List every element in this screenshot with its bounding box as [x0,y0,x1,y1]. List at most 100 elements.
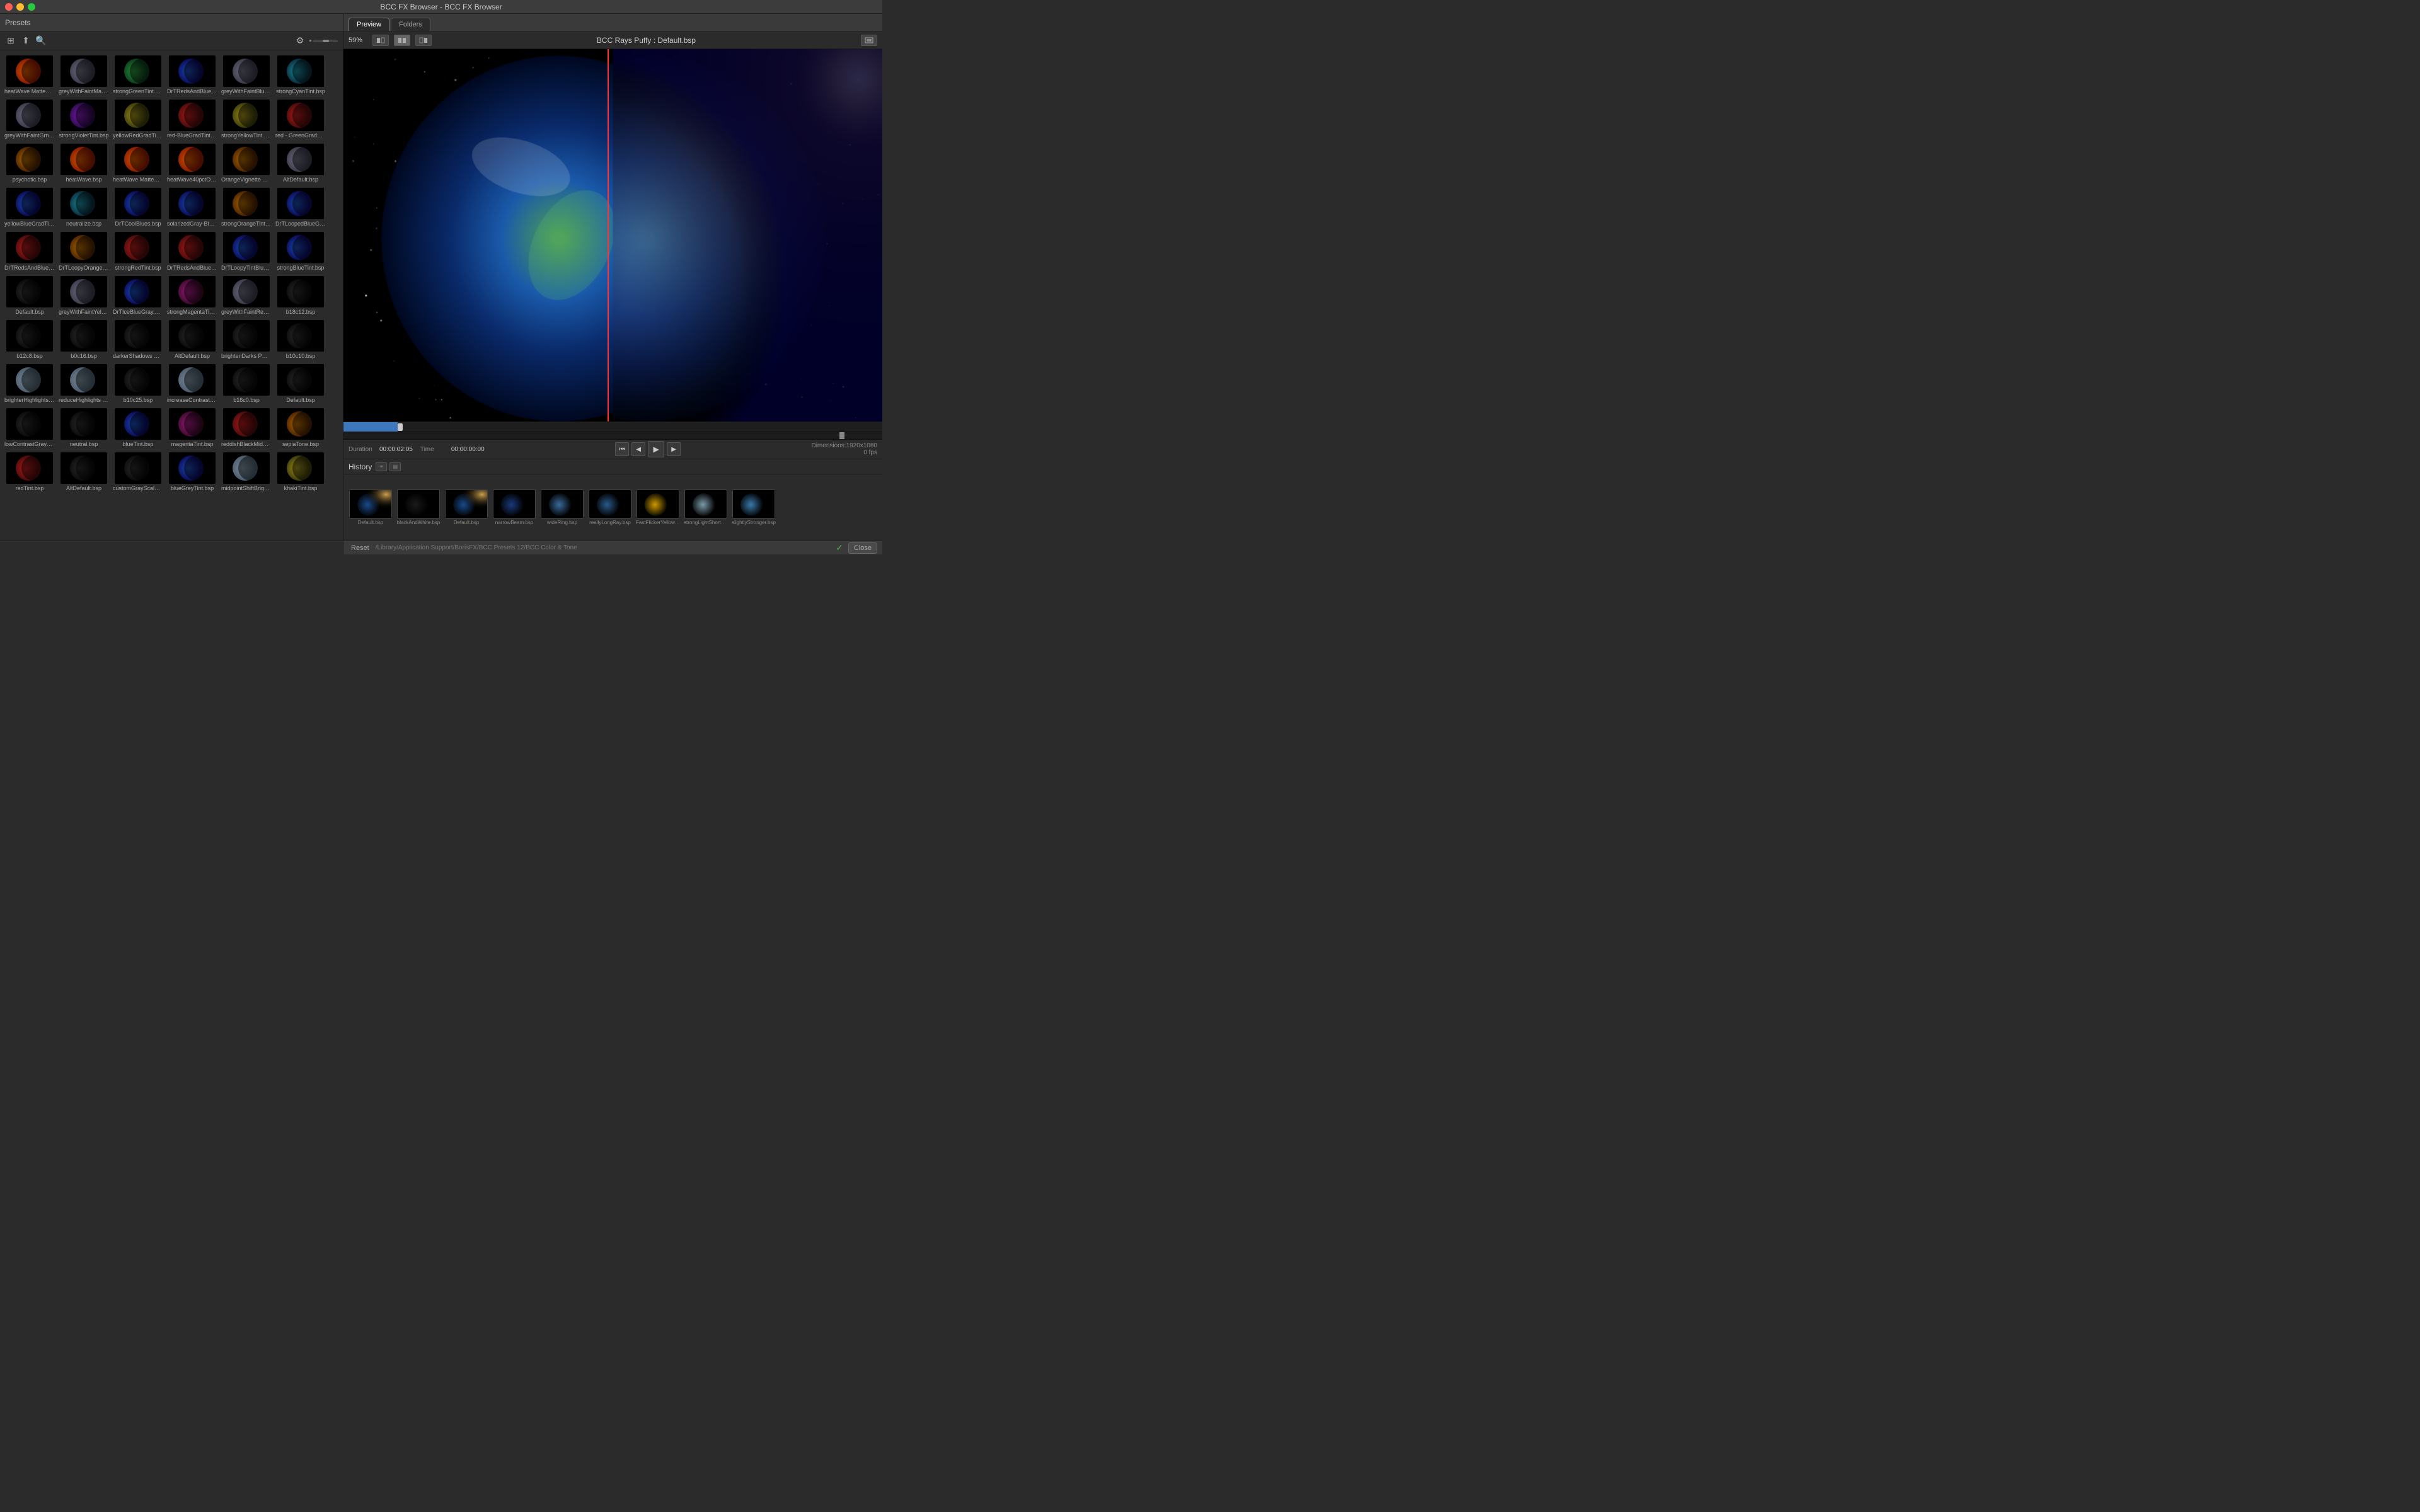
goto-start-button[interactable]: ⏮ [615,442,629,456]
preset-name: strongCyanTint.bsp [275,88,326,94]
tab-preview[interactable]: Preview [349,18,389,31]
preset-item[interactable]: OrangeVignette PC.bsp [219,141,274,185]
history-item[interactable]: Default.bsp [349,490,393,525]
preset-item[interactable]: strongVioletTint.bsp [57,97,111,141]
search-icon[interactable]: 🔍 [35,35,47,47]
preset-item[interactable]: strongGreenTint.bsp [111,53,165,97]
preset-thumbnail [6,232,53,263]
history-item[interactable]: wideRing.bsp [540,490,584,525]
preset-item[interactable]: heatWave MatteDarker... [3,53,57,97]
timeline-bar[interactable] [343,422,882,432]
view-btn-left[interactable] [372,35,389,46]
preset-item[interactable]: DrTRedsAndBlues2.bsp [165,229,219,273]
preset-item[interactable]: b16c0.bsp [219,362,274,406]
preset-item[interactable]: magentaTint.bsp [165,406,219,450]
preset-item[interactable]: sepiaTone.bsp [274,406,328,450]
preset-item[interactable]: Default.bsp [274,362,328,406]
timeline-thumb[interactable] [398,423,403,431]
history-list-icon[interactable]: ▤ [389,462,401,471]
preset-item[interactable]: neutral.bsp [57,406,111,450]
scrub-bar[interactable] [343,432,882,440]
preset-item[interactable]: neutralize.bsp [57,185,111,229]
history-menu-icon[interactable]: ≡ [376,462,387,471]
fit-button[interactable] [861,35,877,46]
history-item[interactable]: FastFlickerYellowOverl... [636,490,680,525]
preset-item[interactable]: b10c10.bsp [274,318,328,362]
scrub-indicator[interactable] [839,432,844,439]
preset-item[interactable]: heatWave40pctOrig.bsp [165,141,219,185]
preset-item[interactable]: strongMagentaTint.bsp [165,273,219,318]
preset-item[interactable]: strongBlueTint.bsp [274,229,328,273]
preset-item[interactable]: greyWithFaintYelCast... [57,273,111,318]
preset-item[interactable]: strongOrangeTint.bsp [219,185,274,229]
preset-item[interactable]: greyWithFaintBlueCast... [219,53,274,97]
preset-item[interactable]: blueTint.bsp [111,406,165,450]
tab-folders[interactable]: Folders [391,18,430,31]
next-frame-button[interactable]: ▶ [667,442,681,456]
preset-item[interactable]: DrTCoolBlues.bsp [111,185,165,229]
preset-item[interactable]: strongCyanTint.bsp [274,53,328,97]
preset-item[interactable]: DrTLoopyOrange.bsp [57,229,111,273]
preset-item[interactable]: AltDefault.bsp [57,450,111,494]
preset-item[interactable]: greyWithFaintGrnCast... [3,97,57,141]
preset-item[interactable]: red-BlueGradTint.bsp [165,97,219,141]
titlebar-buttons[interactable] [5,3,35,11]
prev-frame-button[interactable]: ◀ [631,442,645,456]
preset-item[interactable]: khakiTint.bsp [274,450,328,494]
preset-item[interactable]: psychotic.bsp [3,141,57,185]
preset-item[interactable]: lowContrastGrays.bsp [3,406,57,450]
preset-item[interactable]: redTint.bsp [3,450,57,494]
view-btn-both[interactable] [394,35,410,46]
preset-thumbnail [223,320,270,352]
preset-item[interactable]: b10c25.bsp [111,362,165,406]
preset-item[interactable]: heatWave MatteBright... [111,141,165,185]
preset-item[interactable]: b12c8.bsp [3,318,57,362]
history-item[interactable]: slightlyStronger.bsp [732,490,776,525]
preset-item[interactable]: solarizedGray-Blue.bsp [165,185,219,229]
preset-item[interactable]: reddishBlackMidYel.bsp [219,406,274,450]
history-item[interactable]: strongLightShortRay.bsp [684,490,728,525]
minimize-button[interactable] [16,3,24,11]
preset-item[interactable]: b0c16.bsp [57,318,111,362]
preset-item[interactable]: darkerShadows PC.bsp [111,318,165,362]
preset-item[interactable]: DrTLoopyTintBlue.bsp [219,229,274,273]
preset-item[interactable]: heatWave.bsp [57,141,111,185]
preset-item[interactable]: DrTIceBlueGray.bsp [111,273,165,318]
history-item[interactable]: Default.bsp [444,490,488,525]
play-button[interactable]: ▶ [648,441,664,457]
reset-button[interactable]: Reset [349,543,372,553]
preset-item[interactable]: greyWithFaintRedCast... [219,273,274,318]
preset-item[interactable]: red - GreenGradTint.bsp [274,97,328,141]
preset-item[interactable]: yellowBlueGradTint.bsp [3,185,57,229]
history-item[interactable]: blackAndWhite.bsp [396,490,441,525]
preset-item[interactable]: yellowRedGradTint.bsp [111,97,165,141]
preset-item[interactable]: DrTRedsAndBlues.bsp [3,229,57,273]
maximize-button[interactable] [28,3,35,11]
preset-item[interactable]: brightenDarks PC.bsp [219,318,274,362]
preset-item[interactable]: AltDefault.bsp [165,318,219,362]
preset-item[interactable]: Default.bsp [3,273,57,318]
preset-item[interactable]: blueGreyTint.bsp [165,450,219,494]
preset-item[interactable]: AltDefault.bsp [274,141,328,185]
preset-item[interactable]: DrTRedsAndBluesLoop... [165,53,219,97]
preset-item[interactable]: brighterHighlights PC... [3,362,57,406]
history-item[interactable]: reallyLongRay.bsp [588,490,632,525]
settings-icon[interactable]: ⚙ [294,35,306,47]
grid-icon[interactable]: ⊞ [5,35,16,47]
preset-item[interactable]: DrTLoopedBlueGray.bsp [274,185,328,229]
preset-item[interactable]: customGrayScale.bsp [111,450,165,494]
preset-item[interactable]: midpointShiftBright.bsp [219,450,274,494]
preset-item[interactable]: strongRedTint.bsp [111,229,165,273]
history-item[interactable]: narrowBeam.bsp [492,490,536,525]
preset-item[interactable]: strongYellowTint.bsp [219,97,274,141]
preset-item[interactable]: reduceHighlights PC.bsp [57,362,111,406]
preset-item[interactable]: greyWithFaintMagCast... [57,53,111,97]
preview-area[interactable] [343,49,882,421]
view-btn-right[interactable] [415,35,432,46]
close-button-status[interactable]: Close [848,542,877,554]
close-button[interactable] [5,3,13,11]
preset-item[interactable]: increaseContrast20.bsp [165,362,219,406]
preset-item[interactable]: b18c12.bsp [274,273,328,318]
preset-thumbnail [277,320,324,352]
upload-icon[interactable]: ⬆ [20,35,32,47]
